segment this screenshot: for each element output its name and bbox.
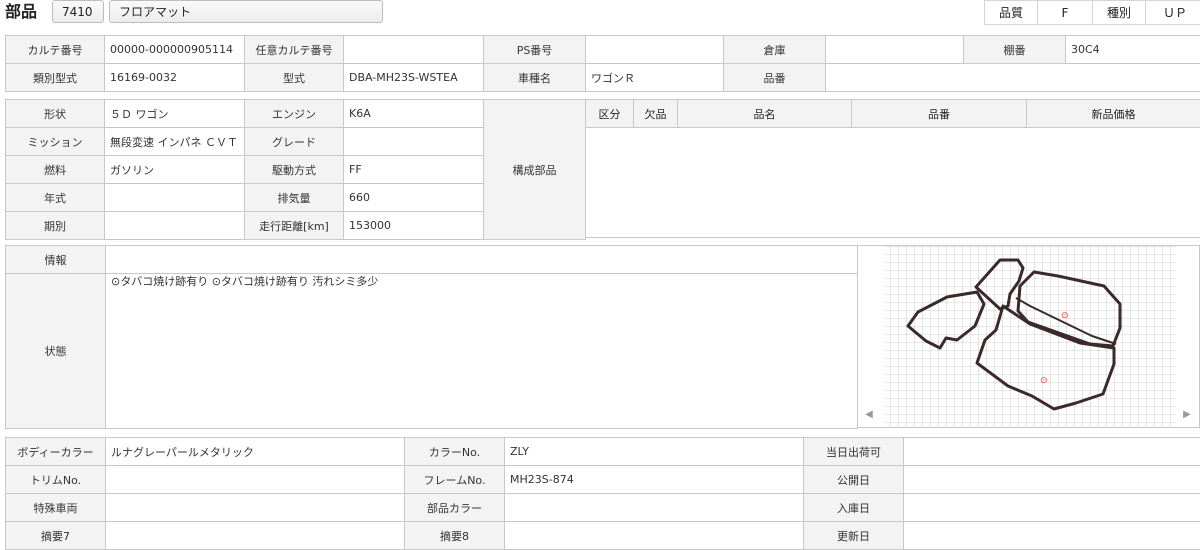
status-value: ⊙タバコ焼け跡有り ⊙タバコ焼け跡有り 汚れシミ多少 [106, 274, 858, 429]
car-value: ワゴンＲ [586, 64, 724, 92]
col-missing: 欠品 [634, 100, 678, 128]
memo7-value [106, 522, 405, 550]
trim-label: トリムNo. [6, 466, 106, 494]
public-date-label: 公開日 [804, 466, 904, 494]
drive-value: FF [344, 156, 484, 184]
status-label: 状態 [6, 274, 106, 429]
engine-value: K6A [344, 100, 484, 128]
ship-today-label: 当日出荷可 [804, 438, 904, 466]
mileage-value: 153000 [344, 212, 484, 240]
scroll-left-button[interactable]: ◀ [861, 407, 877, 423]
ps-value [586, 36, 724, 64]
shape-value: ５Ｄ ワゴン [105, 100, 245, 128]
memo7-label: 摘要7 [6, 522, 106, 550]
shape-label: 形状 [6, 100, 105, 128]
grade-label: グレード [245, 128, 344, 156]
grade-value [344, 128, 484, 156]
mileage-label: 走行距離[km] [245, 212, 344, 240]
special-vehicle-label: 特殊車両 [6, 494, 106, 522]
part-color-value [505, 494, 804, 522]
partno-value [826, 64, 1200, 92]
opt-karte-value [344, 36, 484, 64]
col-category: 区分 [586, 100, 634, 128]
opt-karte-label: 任意カルテ番号 [245, 36, 344, 64]
part-code-box: 7410 [52, 0, 104, 23]
quality-value: F [1037, 0, 1093, 25]
col-new-price: 新品価格 [1027, 100, 1200, 128]
col-item-name: 品名 [678, 100, 852, 128]
mission-label: ミッション [6, 128, 105, 156]
col-part-no: 品番 [852, 100, 1027, 128]
stock-date-label: 入庫日 [804, 494, 904, 522]
damage-marker-1: ⊙ [1061, 311, 1069, 321]
fuel-value: ガソリン [105, 156, 245, 184]
public-date-value [904, 466, 1200, 494]
class-label: 類別型式 [6, 64, 105, 92]
warehouse-label: 倉庫 [724, 36, 826, 64]
stock-date-value [904, 494, 1200, 522]
quality-label: 品質 [984, 0, 1038, 25]
components-label: 構成部品 [484, 100, 586, 240]
class-value: 16169-0032 [105, 64, 245, 92]
memo8-label: 摘要8 [405, 522, 505, 550]
part-color-label: 部品カラー [405, 494, 505, 522]
shelf-label: 棚番 [964, 36, 1066, 64]
bottom-table: ボディーカラー ルナグレーパールメタリック カラーNo. ZLY 当日出荷可 ト… [5, 437, 1200, 550]
shelf-value: 30C4 [1066, 36, 1200, 64]
kind-value: ＵＰ [1145, 0, 1200, 25]
info-table: カルテ番号 00000-000000905114 任意カルテ番号 PS番号 倉庫… [5, 35, 1200, 92]
info-label: 情報 [6, 246, 106, 274]
page-title: 部品 [5, 0, 37, 24]
body-color-value: ルナグレーパールメタリック [106, 438, 405, 466]
displacement-value: 660 [344, 184, 484, 212]
ps-label: PS番号 [484, 36, 586, 64]
drive-label: 駆動方式 [245, 156, 344, 184]
grid-background [884, 246, 1176, 426]
frame-label: フレームNo. [405, 466, 505, 494]
car-label: 車種名 [484, 64, 586, 92]
frame-value: MH23S-874 [505, 466, 804, 494]
color-no-value: ZLY [505, 438, 804, 466]
period-label: 期別 [6, 212, 105, 240]
memo8-value [505, 522, 804, 550]
kind-label: 種別 [1092, 0, 1146, 25]
model-value: DBA-MH23S-WSTEA [344, 64, 484, 92]
spec-table: 形状 ５Ｄ ワゴン エンジン K6A 構成部品 ミッション 無段変速 インパネ … [5, 99, 586, 240]
floor-mat-image-panel: ⊙ ⊙ ◀ ▶ [857, 245, 1200, 428]
displacement-label: 排気量 [245, 184, 344, 212]
components-table: 区分 欠品 品名 品番 新品価格 [585, 99, 1200, 238]
karte-no-label: カルテ番号 [6, 36, 105, 64]
color-no-label: カラーNo. [405, 438, 505, 466]
period-value [105, 212, 245, 240]
scroll-right-button[interactable]: ▶ [1179, 407, 1195, 423]
info-value [106, 246, 858, 274]
update-date-value [904, 522, 1200, 550]
year-label: 年式 [6, 184, 105, 212]
update-date-label: 更新日 [804, 522, 904, 550]
body-color-label: ボディーカラー [6, 438, 106, 466]
floor-mat-diagram: ⊙ ⊙ [858, 246, 1199, 427]
components-empty-area [586, 128, 1200, 238]
model-label: 型式 [245, 64, 344, 92]
year-value [105, 184, 245, 212]
part-name-box: フロアマット [109, 0, 383, 23]
mission-value: 無段変速 インパネ ＣＶＴ [105, 128, 245, 156]
damage-marker-2: ⊙ [1040, 376, 1048, 386]
engine-label: エンジン [245, 100, 344, 128]
karte-no-value: 00000-000000905114 [105, 36, 245, 64]
warehouse-value [826, 36, 964, 64]
notes-table: 情報 状態 ⊙タバコ焼け跡有り ⊙タバコ焼け跡有り 汚れシミ多少 [5, 245, 858, 429]
trim-value [106, 466, 405, 494]
ship-today-value [904, 438, 1200, 466]
partno-label: 品番 [724, 64, 826, 92]
fuel-label: 燃料 [6, 156, 105, 184]
special-vehicle-value [106, 494, 405, 522]
